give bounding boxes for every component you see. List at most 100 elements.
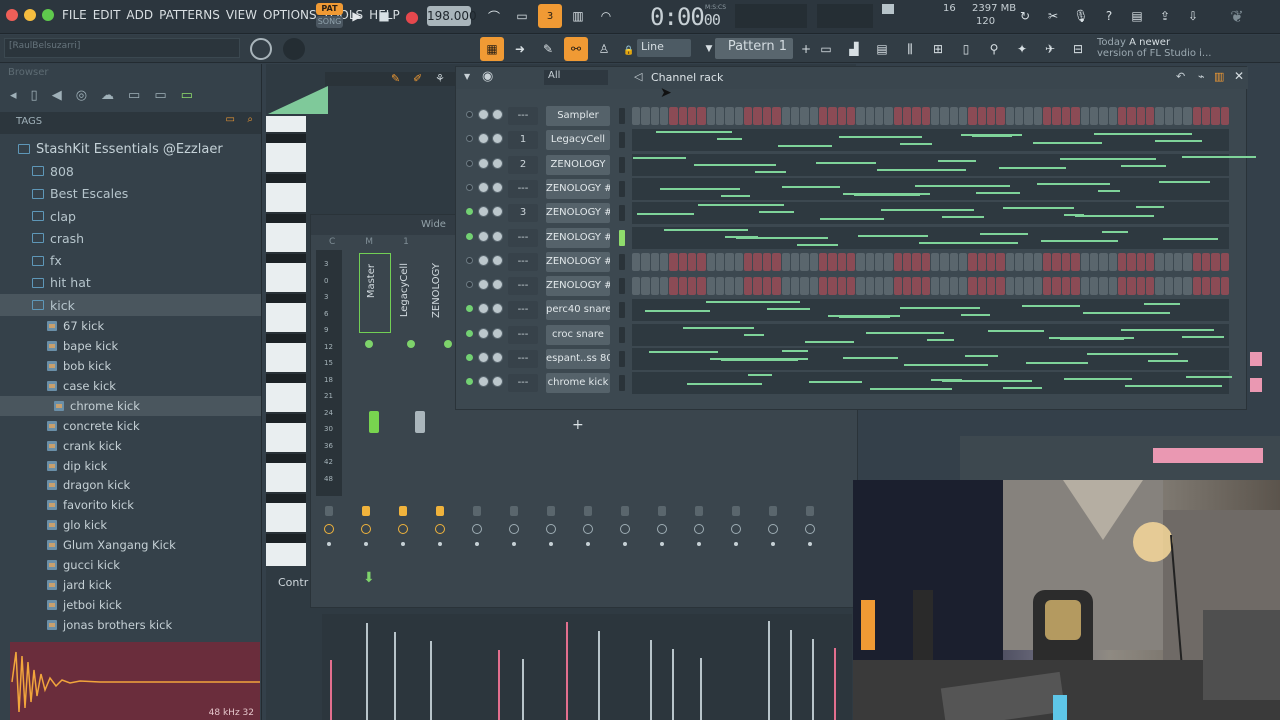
step-button[interactable] (688, 252, 697, 271)
folder-kick[interactable]: kick (0, 294, 261, 317)
route-dot[interactable] (697, 542, 701, 546)
step-button[interactable] (669, 252, 678, 271)
step-button[interactable] (1155, 252, 1164, 271)
channel-volume-knob[interactable] (492, 133, 503, 145)
route-dot[interactable] (364, 542, 368, 546)
channel-select[interactable] (619, 132, 625, 149)
fx-slot-icon[interactable] (658, 506, 666, 516)
velocity-bar[interactable] (522, 659, 524, 720)
step-button[interactable] (1005, 252, 1015, 271)
close-window-icon[interactable] (6, 9, 18, 21)
step-button[interactable] (893, 107, 902, 125)
step-button[interactable] (716, 252, 725, 271)
fx-slot-icon[interactable] (510, 506, 518, 516)
channel-pan-knob[interactable] (478, 181, 489, 193)
step-button[interactable] (1145, 277, 1155, 296)
step-button[interactable] (949, 277, 959, 296)
send-knob[interactable] (731, 524, 741, 534)
loop-record-icon[interactable]: ◠ (594, 4, 618, 28)
channel-name-button[interactable]: espant..ss 808 (546, 349, 610, 369)
step-button[interactable] (1183, 107, 1192, 125)
tree-root[interactable]: StashKit Essentials @Ezzlaer (0, 138, 261, 160)
menu-file[interactable]: FILE (62, 8, 87, 22)
minimize-window-icon[interactable] (24, 9, 36, 21)
legacycell-fader[interactable] (415, 411, 425, 433)
metronome-icon[interactable]: ⌒ (482, 4, 506, 28)
step-button[interactable] (772, 277, 781, 296)
step-button[interactable] (753, 277, 762, 296)
step-button[interactable] (846, 107, 856, 125)
step-button[interactable] (1127, 107, 1136, 125)
step-button[interactable] (1071, 277, 1080, 296)
step-button[interactable] (1183, 252, 1192, 271)
step-button[interactable] (800, 252, 809, 271)
channel-select[interactable] (619, 351, 625, 367)
step-button[interactable] (1173, 277, 1183, 296)
channel-mute-led[interactable] (466, 135, 473, 143)
channel-name-button[interactable]: ZENOLOGY #4 (546, 178, 610, 199)
step-button[interactable] (1089, 107, 1099, 125)
channel-mixer-track[interactable]: 3 (508, 204, 538, 223)
channel-mute-led[interactable] (466, 159, 473, 167)
channel-pan-knob[interactable] (478, 352, 489, 363)
step-button[interactable] (865, 277, 874, 296)
file-item[interactable]: bape kick (0, 336, 261, 356)
step-button[interactable] (1164, 277, 1173, 296)
channel-select[interactable] (619, 326, 625, 343)
step-button[interactable] (874, 277, 884, 296)
channel-mixer-track[interactable]: 1 (508, 131, 538, 150)
route-dot[interactable] (734, 542, 738, 546)
file-item[interactable]: dip kick (0, 456, 261, 476)
route-dot[interactable] (475, 542, 479, 546)
step-button[interactable] (800, 107, 809, 125)
save-icon[interactable]: ▤ (1125, 4, 1149, 28)
channel-volume-knob[interactable] (492, 109, 503, 120)
plugin-picker-icon[interactable]: ✦ (1010, 37, 1034, 61)
step-button[interactable] (977, 277, 987, 296)
step-button[interactable] (1061, 107, 1071, 125)
file-item[interactable]: bob kick (0, 356, 261, 376)
step-button[interactable] (1164, 107, 1173, 125)
step-button[interactable] (1043, 277, 1052, 296)
undo-icon[interactable]: ↻ (1013, 4, 1037, 28)
step-button[interactable] (1211, 252, 1220, 271)
step-button[interactable] (660, 107, 669, 125)
graph-icon[interactable]: ⌁ (1198, 70, 1205, 83)
velocity-bar[interactable] (700, 658, 702, 720)
step-button[interactable] (1052, 277, 1061, 296)
file-item[interactable]: crank kick (0, 436, 261, 456)
legacycell-route-led[interactable] (407, 340, 415, 348)
channel-mixer-track[interactable]: 2 (508, 155, 538, 174)
step-button[interactable] (949, 107, 959, 125)
channel-mute-led[interactable] (466, 111, 473, 118)
news-panel[interactable]: Today A newer version of FL Studio i... (1097, 37, 1211, 59)
step-button[interactable] (856, 107, 865, 125)
playlist-clip[interactable] (1153, 448, 1263, 463)
folder-tag-icon[interactable]: ▭ (226, 114, 235, 125)
step-button[interactable] (632, 277, 641, 296)
velocity-bar[interactable] (650, 640, 652, 720)
note-preview-lane[interactable] (632, 177, 1229, 200)
step-button[interactable] (1211, 107, 1220, 125)
folder-fx[interactable]: fx (0, 249, 261, 271)
channel-mixer-track[interactable]: --- (508, 277, 538, 296)
note-preview-lane[interactable] (632, 153, 1256, 176)
step-button[interactable] (1220, 107, 1229, 125)
file-item[interactable]: glo kick (0, 515, 261, 535)
file-item[interactable]: concrete kick (0, 416, 261, 436)
channel-mixer-track[interactable]: --- (508, 228, 538, 247)
step-button[interactable] (837, 277, 846, 296)
send-knob[interactable] (620, 524, 630, 534)
zenology-route-led[interactable] (444, 340, 452, 348)
channel-select[interactable] (619, 229, 625, 246)
step-button[interactable] (968, 252, 977, 271)
step-button[interactable] (912, 277, 921, 296)
step-button[interactable] (865, 107, 874, 125)
step-button[interactable] (856, 277, 865, 296)
step-button[interactable] (790, 277, 800, 296)
folder-clap[interactable]: clap (0, 205, 261, 227)
step-button[interactable] (744, 107, 753, 125)
channel-pan-knob[interactable] (478, 109, 489, 120)
step-button[interactable] (762, 107, 772, 125)
file-item[interactable]: chrome kick (0, 395, 261, 416)
